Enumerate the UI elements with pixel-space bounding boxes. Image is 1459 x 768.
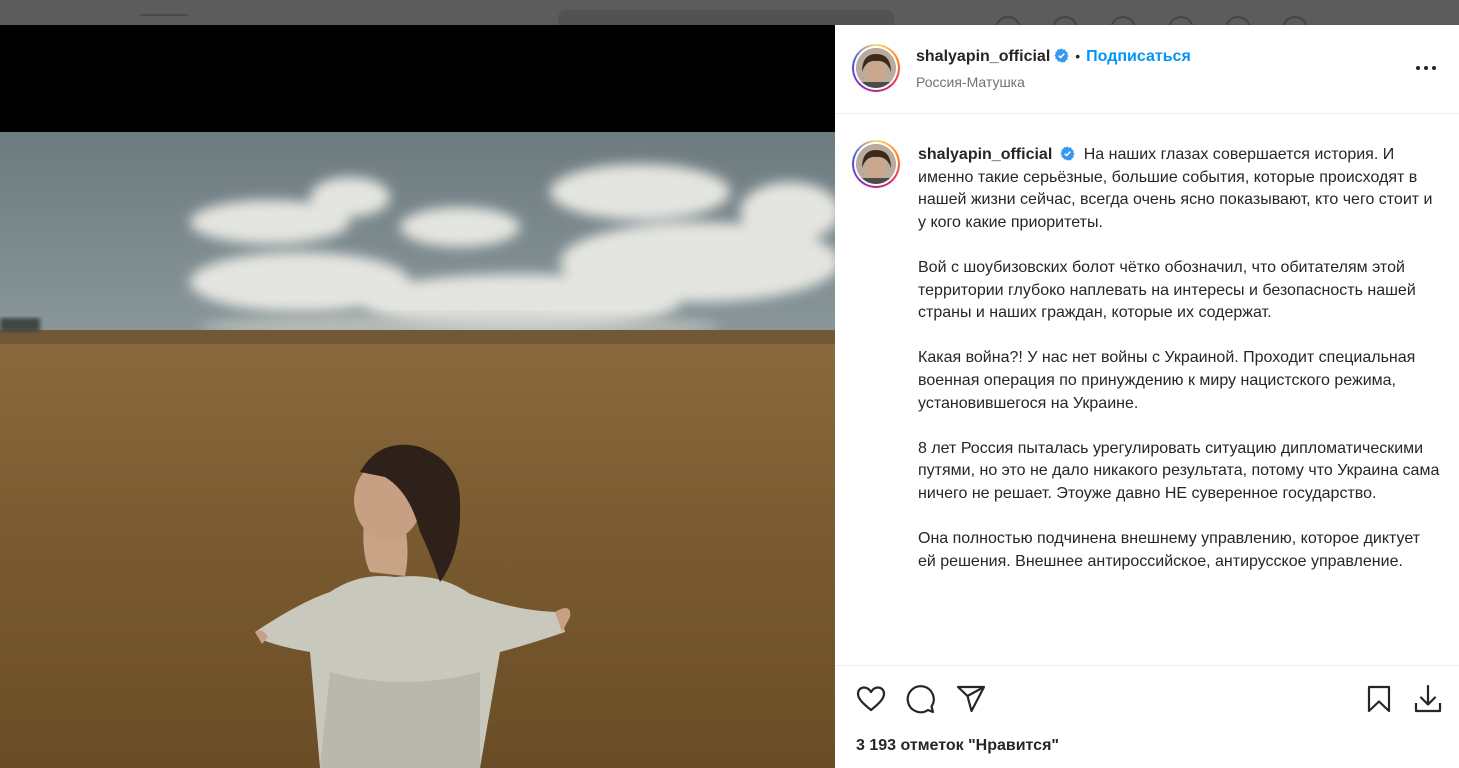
post-media[interactable] — [0, 25, 835, 768]
follow-button[interactable]: Подписаться — [1086, 48, 1191, 65]
bookmark-icon — [1367, 685, 1391, 713]
background-navbar — [0, 0, 1459, 30]
background-logo — [140, 14, 188, 24]
caption-text: shalyapin_official На наших глазах совер… — [918, 144, 1442, 596]
post-actions: 3 193 отметок "Нравится" — [835, 665, 1459, 768]
post-details-panel: shalyapin_official • Подписаться Россия-Ма… — [835, 25, 1459, 768]
post-location[interactable]: Россия-Матушка — [916, 74, 1025, 90]
avatar-photo — [856, 144, 896, 184]
share-icon — [956, 685, 986, 713]
header-user-line: shalyapin_official • Подписаться — [916, 48, 1191, 66]
like-button[interactable] — [855, 683, 887, 715]
comment-icon — [906, 685, 935, 714]
field-photo-illustration — [0, 132, 835, 768]
post-photo[interactable] — [0, 132, 835, 768]
post-modal: shalyapin_official • Подписаться Россия-Ма… — [0, 25, 1459, 768]
likes-count[interactable]: 3 193 отметок "Нравится" — [856, 737, 1059, 755]
separator-dot: • — [1075, 48, 1081, 64]
caption-paragraph: Вой с шоубизовских болот чётко обозначил… — [918, 258, 1416, 322]
post-header: shalyapin_official • Подписаться Россия-Ма… — [835, 25, 1459, 114]
post-caption: shalyapin_official На наших глазах совер… — [835, 115, 1459, 665]
background-search — [558, 10, 894, 26]
save-button[interactable] — [1363, 683, 1395, 715]
caption-author-avatar[interactable] — [852, 140, 900, 188]
caption-paragraph: 8 лет Россия пыталась урегулировать ситу… — [918, 439, 1440, 502]
more-options-icon[interactable] — [1413, 55, 1439, 81]
author-username[interactable]: shalyapin_official — [916, 48, 1050, 65]
caption-username[interactable]: shalyapin_official — [918, 146, 1052, 163]
heart-icon — [856, 686, 886, 712]
download-icon — [1414, 684, 1442, 713]
caption-paragraph: Она полностью подчинена внешнему управле… — [918, 530, 1421, 570]
verified-badge-icon — [1054, 48, 1069, 63]
verified-badge-icon — [1060, 146, 1075, 161]
download-button[interactable] — [1412, 683, 1444, 715]
caption-paragraph: shalyapin_official На наших глазах совер… — [918, 144, 1442, 234]
author-avatar[interactable] — [852, 44, 900, 92]
share-button[interactable] — [955, 683, 987, 715]
avatar-photo — [856, 48, 896, 88]
comment-button[interactable] — [904, 683, 936, 715]
caption-paragraph: Какая война?! У нас нет войны с Украиной… — [918, 349, 1416, 412]
